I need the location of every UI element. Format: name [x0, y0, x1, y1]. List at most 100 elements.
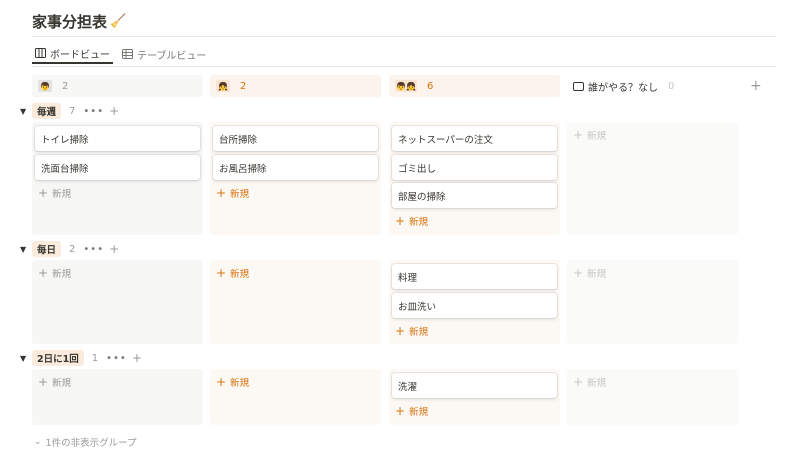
group-header-every-2-days: ▼ 2日に1回 1 ••• + — [20, 350, 142, 366]
new-label: 新規 — [52, 269, 72, 280]
new-card-button[interactable]: + 新規 — [395, 324, 428, 338]
board-cell: + 新規 — [567, 369, 738, 425]
card[interactable]: 台所掃除 — [213, 126, 378, 151]
new-label: 新規 — [409, 407, 429, 418]
add-card-button[interactable]: + — [132, 351, 142, 365]
plus-icon: + — [216, 266, 227, 280]
board-cell: ネットスーパーの注文 ゴミ出し 部屋の掃除 + 新規 — [389, 122, 560, 235]
plus-icon: + — [38, 266, 49, 280]
board-cell: + 新規 — [32, 260, 203, 344]
new-card-button[interactable]: + 新規 — [573, 266, 606, 280]
column-header-2[interactable]: 👧 2 — [210, 75, 381, 97]
add-column-button[interactable]: + — [750, 78, 762, 94]
avatar: 👦 — [38, 80, 52, 92]
new-card-button[interactable]: + 新規 — [216, 375, 249, 389]
column-count: 2 — [240, 80, 247, 92]
card[interactable]: ゴミ出し — [392, 155, 557, 180]
group-tag: 毎週 — [32, 103, 62, 119]
group-tag: 毎日 — [32, 241, 62, 257]
new-card-button[interactable]: + 新規 — [38, 266, 71, 280]
new-card-button[interactable]: + 新規 — [573, 128, 606, 142]
new-label: 新規 — [230, 269, 250, 280]
tab-table-label: テーブルビュー — [137, 50, 207, 62]
new-card-button[interactable]: + 新規 — [395, 404, 428, 418]
new-label: 新規 — [52, 189, 72, 200]
new-card-button[interactable]: + 新規 — [216, 266, 249, 280]
card[interactable]: 洗面台掃除 — [35, 155, 200, 180]
board-cell: 料理 お皿洗い + 新規 — [389, 260, 560, 344]
chevron-down-icon: ⌄ — [34, 437, 42, 447]
board-icon — [35, 48, 46, 58]
column-header-1[interactable]: 👦 2 — [32, 75, 203, 97]
broom-icon: 🧹 — [110, 13, 127, 29]
avatar: 👦👧 — [395, 80, 417, 92]
triangle-down-icon[interactable]: ▼ — [20, 245, 32, 254]
new-card-button[interactable]: + 新規 — [573, 375, 606, 389]
column-count: 0 — [668, 80, 675, 92]
inbox-icon — [573, 81, 584, 91]
more-options-icon[interactable]: ••• — [106, 353, 127, 364]
page-title-text: 家事分担表 — [32, 12, 108, 31]
board-cell: + 新規 — [210, 260, 381, 344]
plus-icon: + — [395, 404, 406, 418]
plus-icon: + — [573, 266, 584, 280]
card[interactable]: 洗濯 — [392, 373, 557, 398]
page-title: 家事分担表 🧹 — [32, 10, 126, 32]
plus-icon: + — [38, 186, 49, 200]
hidden-groups-toggle[interactable]: ⌄ 1件の非表示グループ — [34, 435, 137, 449]
plus-icon: + — [395, 324, 406, 338]
triangle-down-icon[interactable]: ▼ — [20, 107, 32, 116]
column-label: 誰がやる？なし — [588, 82, 658, 94]
board-cell: + 新規 — [567, 122, 738, 235]
tab-board-view[interactable]: ボードビュー — [32, 44, 113, 64]
board-cell: 洗濯 + 新規 — [389, 369, 560, 425]
card[interactable]: お皿洗い — [392, 293, 557, 318]
new-label: 新規 — [52, 378, 72, 389]
column-header-3[interactable]: 👦👧 6 — [389, 75, 560, 97]
card[interactable]: 部屋の掃除 — [392, 183, 557, 208]
plus-icon: + — [216, 186, 227, 200]
board-cell: + 新規 — [567, 260, 738, 344]
plus-icon: + — [38, 375, 49, 389]
new-card-button[interactable]: + 新規 — [395, 214, 428, 228]
title-divider — [32, 36, 776, 37]
plus-icon: + — [573, 128, 584, 142]
new-label: 新規 — [409, 327, 429, 338]
tab-board-label: ボードビュー — [50, 49, 110, 61]
group-count: 7 — [69, 105, 76, 117]
card[interactable]: トイレ掃除 — [35, 126, 200, 151]
group-header-daily: ▼ 毎日 2 ••• + — [20, 241, 119, 257]
more-options-icon[interactable]: ••• — [83, 106, 104, 117]
add-card-button[interactable]: + — [109, 104, 119, 118]
board-cell: + 新規 — [210, 369, 381, 425]
new-card-button[interactable]: + 新規 — [216, 186, 249, 200]
card[interactable]: 料理 — [392, 264, 557, 289]
new-label: 新規 — [409, 217, 429, 228]
card[interactable]: ネットスーパーの注文 — [392, 126, 557, 151]
plus-icon: + — [573, 375, 584, 389]
group-tag: 2日に1回 — [32, 350, 84, 366]
plus-icon: + — [395, 214, 406, 228]
add-card-button[interactable]: + — [109, 242, 119, 256]
avatar: 👧 — [216, 80, 230, 92]
board-cell: トイレ掃除 洗面台掃除 + 新規 — [32, 122, 203, 235]
triangle-down-icon[interactable]: ▼ — [20, 354, 32, 363]
new-label: 新規 — [587, 378, 607, 389]
new-label: 新規 — [230, 189, 250, 200]
new-card-button[interactable]: + 新規 — [38, 186, 71, 200]
plus-icon: + — [216, 375, 227, 389]
card[interactable]: お風呂掃除 — [213, 155, 378, 180]
tab-table-view[interactable]: テーブルビュー — [119, 44, 209, 64]
tabs-divider — [32, 66, 776, 67]
more-options-icon[interactable]: ••• — [83, 244, 104, 255]
board-cell: + 新規 — [32, 369, 203, 425]
hidden-groups-label: 1件の非表示グループ — [45, 438, 137, 449]
column-header-none[interactable]: 誰がやる？なし 0 — [567, 75, 738, 97]
board-cell: 台所掃除 お風呂掃除 + 新規 — [210, 122, 381, 235]
new-label: 新規 — [587, 269, 607, 280]
new-label: 新規 — [230, 378, 250, 389]
new-card-button[interactable]: + 新規 — [38, 375, 71, 389]
column-count: 2 — [62, 80, 69, 92]
new-label: 新規 — [587, 131, 607, 142]
table-icon — [122, 49, 133, 59]
